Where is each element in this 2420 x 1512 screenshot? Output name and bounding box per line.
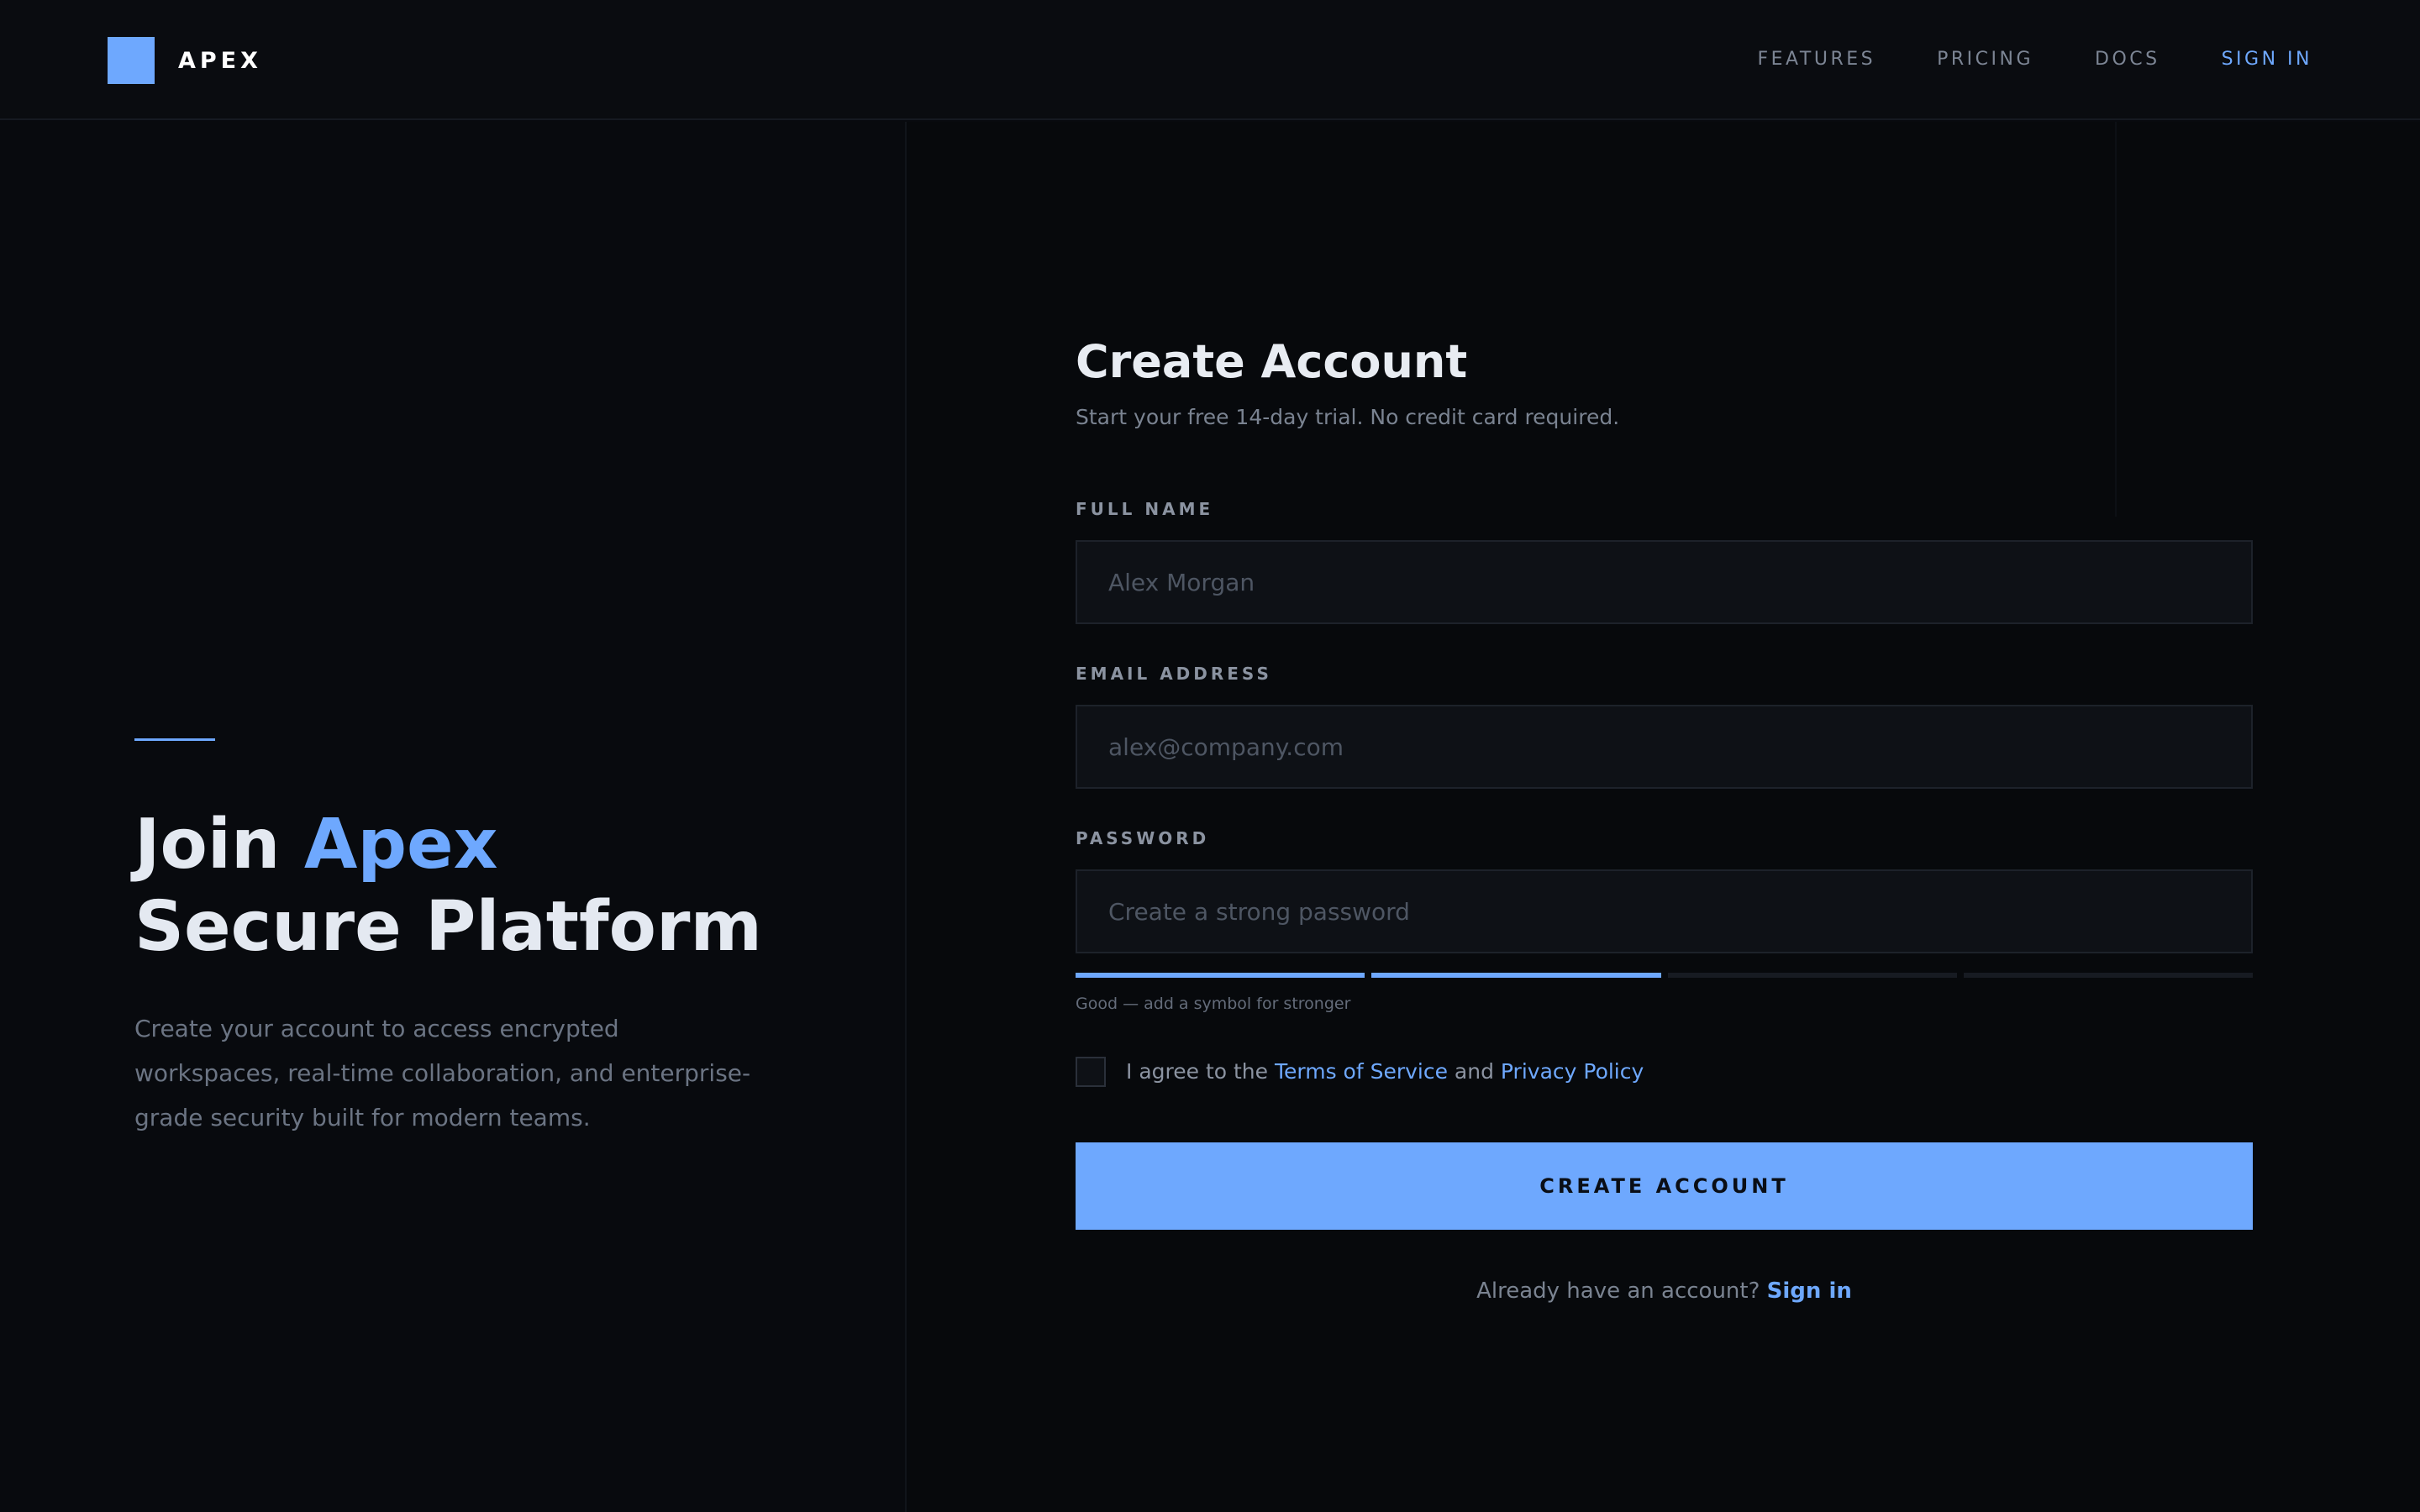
- terms-of-service-link[interactable]: Terms of Service: [1275, 1059, 1448, 1084]
- strength-segment: [1371, 973, 1661, 978]
- hero-title-line2: Secure Platform: [134, 887, 762, 967]
- sign-in-link[interactable]: Sign in: [1767, 1278, 1852, 1304]
- nav-sign-in-link[interactable]: SIGN IN: [2222, 47, 2312, 72]
- password-field: PASSWORD: [1076, 827, 2253, 953]
- main-nav: FEATURES PRICING DOCS SIGN IN: [1697, 47, 2313, 72]
- background-line: [2115, 122, 2117, 517]
- password-strength-hint: Good — add a symbol for stronger: [1076, 995, 1351, 1013]
- signup-form: Create Account Start your free 14-day tr…: [1076, 333, 2253, 1304]
- brand-name: APEX: [178, 47, 262, 74]
- form-subtitle: Start your free 14-day trial. No credit …: [1076, 405, 1620, 429]
- nav-docs-link[interactable]: DOCS: [2095, 47, 2160, 72]
- form-title: Create Account: [1076, 335, 1468, 388]
- hero-panel: Join Apex Secure Platform Create your ac…: [0, 122, 905, 1512]
- privacy-policy-link[interactable]: Privacy Policy: [1501, 1059, 1644, 1084]
- strength-segment: [1076, 973, 1365, 978]
- email-input[interactable]: [1076, 705, 2253, 789]
- hero-title: Join Apex Secure Platform: [134, 804, 762, 969]
- email-field: EMAIL ADDRESS: [1076, 663, 2253, 789]
- create-account-button[interactable]: CREATE ACCOUNT: [1076, 1142, 2253, 1230]
- brand[interactable]: APEX: [108, 37, 262, 84]
- logo-square-icon: [108, 37, 155, 84]
- hero-title-lead: Join: [134, 805, 304, 885]
- terms-middle: and: [1447, 1059, 1501, 1084]
- terms-agreement: I agree to the Terms of Service and Priv…: [1076, 1057, 1644, 1087]
- password-label: PASSWORD: [1076, 828, 1210, 848]
- nav-features-link[interactable]: FEATURES: [1758, 47, 1876, 72]
- terms-text: I agree to the Terms of Service and Priv…: [1126, 1058, 1644, 1086]
- email-label: EMAIL ADDRESS: [1076, 664, 1272, 684]
- top-navigation-bar: APEX FEATURES PRICING DOCS SIGN IN: [0, 0, 2420, 120]
- hero-description: Create your account to access encrypted …: [134, 1015, 751, 1131]
- sign-in-prompt: Already have an account? Sign in: [1076, 1277, 2253, 1305]
- password-input[interactable]: [1076, 869, 2253, 953]
- full-name-input[interactable]: [1076, 540, 2253, 624]
- full-name-field: FULL NAME: [1076, 498, 2253, 624]
- signup-page: APEX FEATURES PRICING DOCS SIGN IN Join …: [0, 0, 2420, 1512]
- strength-segment: [1667, 973, 1957, 978]
- password-strength-meter: [1076, 973, 2253, 978]
- terms-prefix: I agree to the: [1126, 1059, 1275, 1084]
- accent-divider: [134, 738, 215, 741]
- full-name-label: FULL NAME: [1076, 499, 1214, 519]
- hero-title-accent: Apex: [303, 805, 498, 885]
- nav-pricing-link[interactable]: PRICING: [1937, 47, 2033, 72]
- sign-in-prompt-text: Already have an account?: [1476, 1278, 1767, 1304]
- terms-checkbox[interactable]: [1076, 1057, 1106, 1087]
- strength-segment: [1963, 973, 2253, 978]
